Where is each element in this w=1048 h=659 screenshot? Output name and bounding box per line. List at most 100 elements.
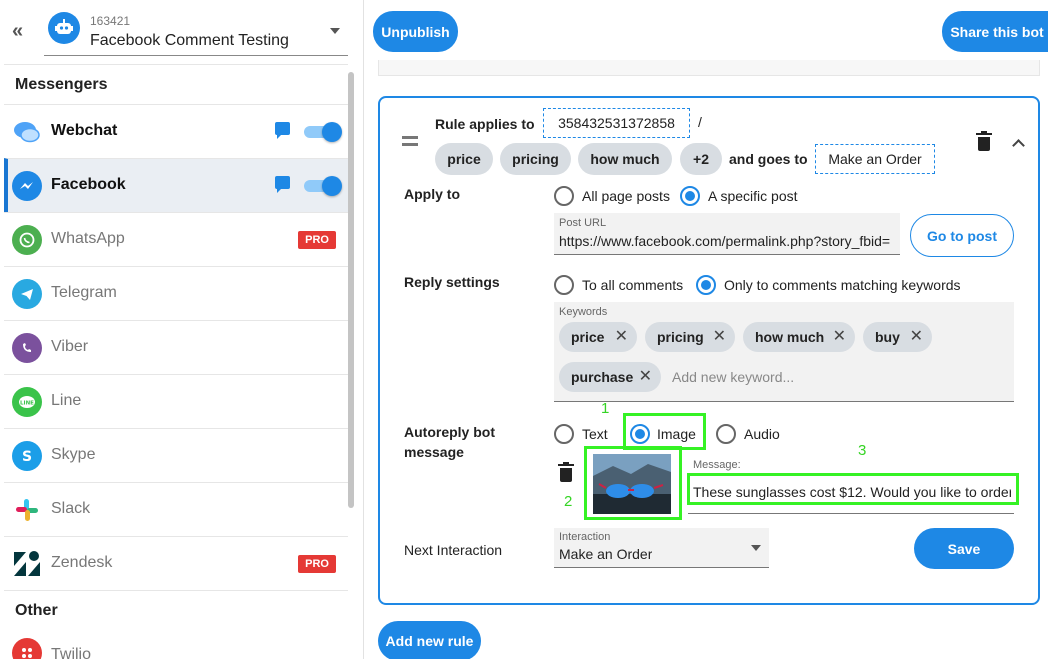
radio-label: Audio (744, 426, 780, 442)
radio-audio[interactable] (716, 424, 736, 444)
collapse-sidebar-icon[interactable]: « (12, 20, 23, 43)
bot-id: 163421 (90, 14, 131, 28)
comment-icon[interactable] (275, 122, 290, 139)
sidebar-item-telegram[interactable]: Telegram (4, 266, 348, 320)
sidebar-item-slack[interactable]: Slack (4, 482, 348, 536)
message-label: Message: (693, 459, 741, 471)
sidebar-item-label: Viber (51, 338, 89, 355)
next-interaction-label: Next Interaction (404, 542, 503, 558)
sidebar-item-webchat[interactable]: Webchat (4, 104, 348, 158)
telegram-icon (12, 279, 42, 309)
keyword-tag: purchase ✕ (559, 362, 661, 392)
keyword-text: price (571, 329, 605, 345)
sidebar-item-label: Slack (51, 500, 91, 517)
slack-icon (12, 495, 42, 525)
keyword-text: pricing (657, 329, 704, 345)
sidebar-item-line[interactable]: LINE Line (4, 374, 348, 428)
annotation-box-image-radio (623, 413, 706, 450)
bot-selector[interactable]: 163421 Facebook Comment Testing (44, 8, 348, 56)
remove-keyword-icon[interactable]: ✕ (713, 322, 726, 352)
goes-to-label: and goes to (729, 151, 808, 167)
svg-text:S: S (22, 449, 32, 465)
goes-to-interaction[interactable]: Make an Order (815, 144, 935, 174)
interaction-field-label: Interaction (559, 531, 611, 543)
more-keywords-chip[interactable]: +2 (680, 143, 722, 175)
remove-keyword-icon[interactable]: ✕ (639, 362, 652, 392)
post-url-input[interactable]: Post URL https://www.facebook.com/permal… (554, 213, 900, 255)
keyword-tag: price ✕ (559, 322, 637, 352)
remove-keyword-icon[interactable]: ✕ (615, 322, 628, 352)
facebook-toggle[interactable] (304, 176, 342, 196)
sidebar-item-label: Telegram (51, 284, 117, 301)
keyword-chip: pricing (500, 143, 571, 175)
keywords-input[interactable]: Keywords price ✕ pricing ✕ how much ✕ buy ✕ … (554, 302, 1014, 402)
reply-settings-label: Reply settings (404, 274, 500, 290)
sidebar-item-label: Facebook (51, 176, 126, 193)
sidebar-item-label: Line (51, 392, 82, 409)
annotation-number: 3 (858, 442, 867, 459)
twilio-icon (12, 638, 42, 659)
annotation-box-thumbnail (584, 446, 682, 520)
collapse-rule-icon[interactable] (1012, 139, 1025, 152)
radio-specific-post[interactable] (680, 186, 700, 206)
webchat-icon (12, 117, 42, 147)
line-icon: LINE (12, 387, 42, 417)
pro-badge: PRO (298, 555, 336, 573)
sidebar-item-twilio[interactable]: Twilio (4, 630, 348, 659)
radio-label: A specific post (708, 188, 798, 204)
chevron-down-icon (330, 28, 340, 34)
save-button[interactable]: Save (914, 528, 1014, 569)
interaction-select[interactable]: Interaction Make an Order (554, 528, 769, 568)
go-to-post-button[interactable]: Go to post (910, 214, 1014, 257)
sidebar-item-label: Twilio (51, 646, 92, 659)
remove-keyword-icon[interactable]: ✕ (910, 322, 923, 352)
delete-rule-icon[interactable] (976, 131, 992, 151)
bot-avatar-icon (48, 12, 80, 44)
sidebar: « 163421 Facebook Comment Testing Messen… (0, 0, 364, 659)
sidebar-item-facebook[interactable]: Facebook (4, 158, 348, 212)
section-other: Other (4, 590, 348, 630)
radio-label: All page posts (582, 188, 670, 204)
interaction-value: Make an Order (559, 546, 653, 562)
drag-handle-icon[interactable] (402, 136, 418, 146)
rule-applies-label: Rule applies to (435, 116, 535, 132)
autoreply-label-line2: message (404, 444, 464, 460)
keyword-tag: pricing ✕ (645, 322, 735, 352)
main-panel: Unpublish Share this bot Rule applies to… (364, 0, 1048, 659)
radio-all-comments[interactable] (554, 275, 574, 295)
webchat-toggle[interactable] (304, 122, 342, 142)
viber-icon (12, 333, 42, 363)
radio-label: Only to comments matching keywords (724, 277, 961, 293)
keyword-tag: buy ✕ (863, 322, 932, 352)
unpublish-button[interactable]: Unpublish (373, 11, 458, 52)
sidebar-item-skype[interactable]: S Skype (4, 428, 348, 482)
radio-text[interactable] (554, 424, 574, 444)
sidebar-item-label: WhatsApp (51, 230, 125, 247)
delete-image-icon[interactable] (558, 462, 574, 482)
messenger-icon (12, 171, 42, 201)
autoreply-label: Autoreply bot (404, 424, 495, 440)
radio-all-page-posts[interactable] (554, 186, 574, 206)
sidebar-header: « 163421 Facebook Comment Testing (0, 0, 363, 64)
zendesk-icon (12, 549, 42, 579)
sidebar-item-viber[interactable]: Viber (4, 320, 348, 374)
sidebar-item-zendesk[interactable]: Zendesk PRO (4, 536, 348, 590)
keyword-tag: how much ✕ (743, 322, 855, 352)
radio-label: Text (582, 426, 608, 442)
remove-keyword-icon[interactable]: ✕ (833, 322, 846, 352)
sidebar-scrollbar[interactable] (348, 72, 354, 508)
previous-rule-card (378, 60, 1040, 76)
add-new-rule-button[interactable]: Add new rule (378, 621, 481, 659)
pro-badge: PRO (298, 231, 336, 249)
chevron-down-icon (751, 545, 761, 551)
radio-matching-keywords[interactable] (696, 275, 716, 295)
add-keyword-input[interactable]: Add new keyword... (672, 369, 794, 385)
comment-icon[interactable] (275, 176, 290, 193)
share-bot-button[interactable]: Share this bot (942, 11, 1048, 52)
keyword-text: how much (755, 329, 825, 345)
keyword-chip: price (435, 143, 493, 175)
post-id-selector[interactable]: 358432531372858 (543, 108, 690, 138)
sidebar-item-whatsapp[interactable]: WhatsApp PRO (4, 212, 348, 266)
post-url-label: Post URL (559, 217, 607, 229)
sidebar-item-label: Zendesk (51, 554, 113, 571)
